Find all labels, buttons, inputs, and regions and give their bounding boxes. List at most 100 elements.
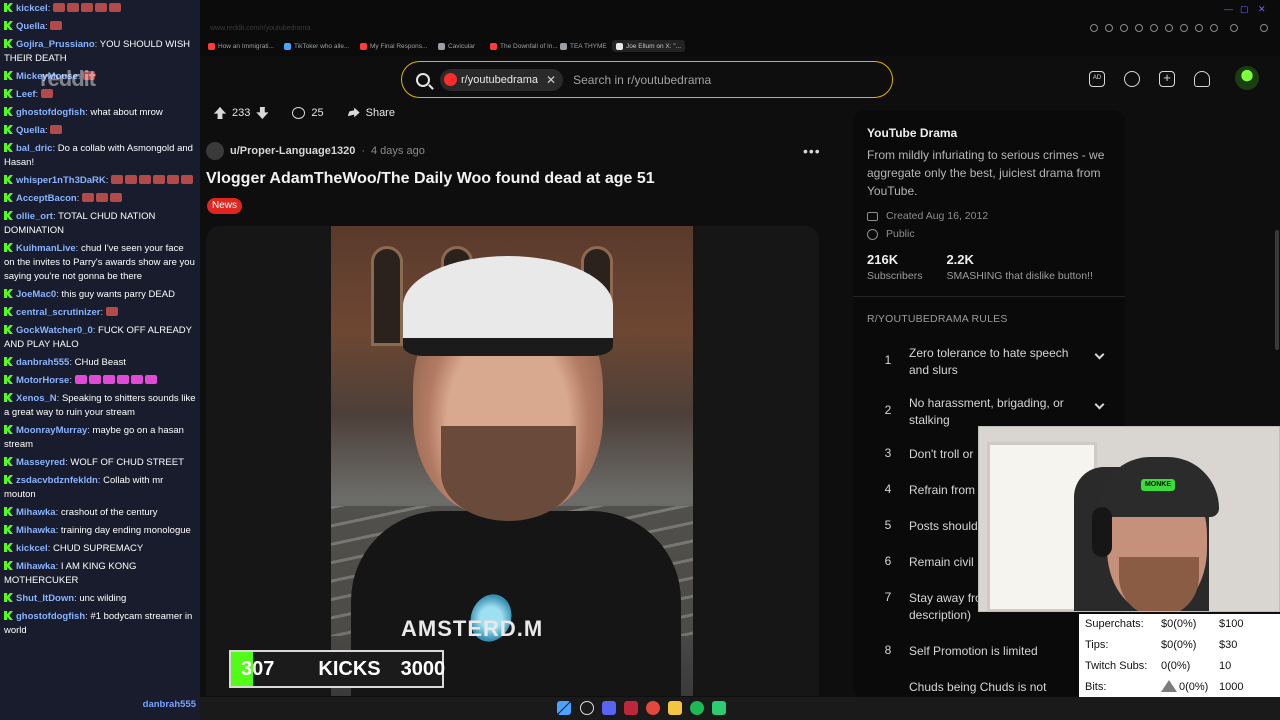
browser-tab[interactable]: TikToker who alle...	[284, 40, 349, 52]
extension-icon[interactable]	[1230, 24, 1238, 32]
chat-username[interactable]: Masseyred	[16, 457, 65, 468]
spotify-icon[interactable]	[690, 701, 704, 715]
extension-icon[interactable]	[1105, 24, 1113, 32]
chat-username[interactable]: Mihawka	[16, 525, 56, 536]
chat-username[interactable]: kickcel	[16, 543, 48, 554]
chip-close-icon[interactable]: ✕	[546, 73, 556, 87]
subreddit-filter-chip[interactable]: r/youtubedrama ✕	[440, 68, 564, 91]
maximize-icon[interactable]: ▢	[1240, 4, 1249, 15]
rule-item[interactable]: 1 Zero tolerance to hate speech and slurs	[867, 335, 1111, 385]
chat-username[interactable]: Mihawka	[16, 561, 56, 572]
kick-badge-icon	[4, 71, 13, 80]
create-post-icon[interactable]: +	[1159, 71, 1175, 87]
extension-icon[interactable]	[1210, 24, 1218, 32]
chat-username[interactable]: AcceptBacon	[16, 193, 77, 204]
chat-username[interactable]: MotorHorse	[16, 375, 69, 386]
scrollbar-thumb[interactable]	[1275, 230, 1279, 350]
chevron-down-icon[interactable]	[1094, 349, 1105, 360]
chat-username[interactable]: Gojira_Prussiano	[16, 39, 95, 50]
extension-icon[interactable]	[1180, 24, 1188, 32]
rule-item[interactable]: 8 Self Promotion is limited	[867, 632, 1111, 668]
rule-item[interactable]: Chuds being Chuds is not	[867, 668, 1111, 700]
post-overflow-menu-icon[interactable]: •••	[803, 143, 821, 159]
chat-username[interactable]: zsdacvbdznfekldn	[16, 475, 98, 486]
tab-favicon-icon	[438, 42, 445, 50]
meta-separator: ·	[361, 145, 365, 157]
post-title[interactable]: Vlogger AdamTheWoo/The Daily Woo found d…	[206, 170, 655, 188]
advertise-icon[interactable]: AD	[1089, 71, 1105, 87]
browser-icon[interactable]	[646, 701, 660, 715]
browser-tab[interactable]: Joe Ellum on X: "...	[612, 40, 686, 52]
chat-username[interactable]: kickcel	[16, 3, 48, 14]
search-icon[interactable]	[580, 701, 594, 715]
chat-username[interactable]: Quella	[16, 125, 45, 136]
chat-username[interactable]: Quella	[16, 21, 45, 32]
chat-username[interactable]: central_scrutinizer	[16, 307, 100, 318]
chat-username[interactable]: whisper1nTh3DaRK	[16, 175, 106, 186]
browser-tab[interactable]: My Final Respons...	[360, 40, 427, 52]
chat-username[interactable]: GockWatcher0_0	[16, 325, 93, 336]
browser-tab[interactable]: How an Immigrati...	[208, 40, 274, 52]
downvote-icon[interactable]	[256, 107, 269, 119]
discord-icon[interactable]	[602, 701, 616, 715]
chat-message: Mihawka: training day ending monologue	[4, 524, 196, 538]
rules-title: R/YOUTUBEDRAMA RULES	[867, 313, 1008, 325]
menu-icon[interactable]	[1260, 24, 1268, 32]
created-date-row: Created Aug 16, 2012	[867, 210, 1111, 222]
rule-number: 7	[884, 590, 892, 604]
tab-favicon-icon	[560, 42, 567, 50]
rule-number: 1	[884, 353, 892, 367]
app-icon[interactable]	[712, 701, 726, 715]
photo-station-arch	[371, 246, 403, 346]
chat-username[interactable]: danbrah555	[16, 357, 69, 368]
share-button[interactable]: Share	[340, 100, 403, 126]
extension-icon[interactable]	[1090, 24, 1098, 32]
folder-icon[interactable]	[668, 701, 682, 715]
browser-tab[interactable]: The Downfall of In...	[490, 40, 558, 52]
minimize-icon[interactable]: —	[1224, 4, 1233, 14]
chat-separator: :	[100, 307, 106, 318]
chat-username[interactable]: Shut_ItDown	[16, 593, 74, 604]
extension-icon[interactable]	[1165, 24, 1173, 32]
chat-username[interactable]: ghostofdogfish	[16, 107, 85, 118]
extension-icon[interactable]	[1135, 24, 1143, 32]
chat-username[interactable]: Leef	[16, 89, 36, 100]
chat-username[interactable]: Xenos_N	[16, 393, 57, 404]
photo-cap	[403, 256, 613, 356]
comments-button[interactable]: 25	[284, 100, 331, 126]
chat-emote-icon	[181, 175, 194, 184]
chat-username[interactable]: ghostofdogfish	[16, 611, 85, 622]
chat-username[interactable]: bal_dric	[16, 143, 52, 154]
reddit-search-bar[interactable]: r/youtubedrama ✕ Search in r/youtubedram…	[401, 61, 893, 98]
author-avatar[interactable]	[206, 142, 224, 160]
notifications-bell-icon[interactable]	[1194, 71, 1210, 87]
chevron-down-icon[interactable]	[1094, 399, 1105, 410]
extension-icon[interactable]	[1195, 24, 1203, 32]
close-icon[interactable]: ✕	[1258, 4, 1266, 15]
upvote-icon[interactable]	[214, 107, 226, 119]
chat-username[interactable]: MoonrayMurray	[16, 425, 87, 436]
post-media[interactable]: AMSTERD.M	[206, 226, 819, 696]
chat-text: CHud Beast	[74, 357, 126, 368]
windows-start-icon[interactable]	[557, 701, 571, 715]
browser-tab[interactable]: TEA THYME	[560, 40, 607, 52]
chat-username[interactable]: Mihawka	[16, 507, 56, 518]
extension-icon[interactable]	[1120, 24, 1128, 32]
post-flair[interactable]: News	[207, 198, 243, 214]
app-icon[interactable]	[624, 701, 638, 715]
comment-icon	[292, 107, 306, 119]
chat-username[interactable]: JoeMac0	[16, 289, 56, 300]
goal-label: Tips:	[1085, 639, 1109, 652]
post-author[interactable]: u/Proper-Language1320	[230, 145, 355, 157]
shield-icon[interactable]	[1150, 24, 1158, 32]
subreddit-chip-label: r/youtubedrama	[461, 73, 539, 86]
chat-bottom-username: danbrah555	[142, 699, 196, 710]
user-avatar[interactable]	[1235, 66, 1259, 90]
chat-emote-icon	[66, 3, 79, 12]
url-bar[interactable]: www.reddit.com/r/youtubedrama	[210, 25, 310, 32]
chat-icon[interactable]	[1124, 71, 1140, 87]
chat-username[interactable]: KuihmanLive	[16, 243, 76, 254]
browser-tab[interactable]: Cavicular	[438, 40, 475, 52]
chat-username[interactable]: ollie_ort	[16, 211, 53, 222]
search-input[interactable]: Search in r/youtubedrama	[573, 73, 711, 87]
